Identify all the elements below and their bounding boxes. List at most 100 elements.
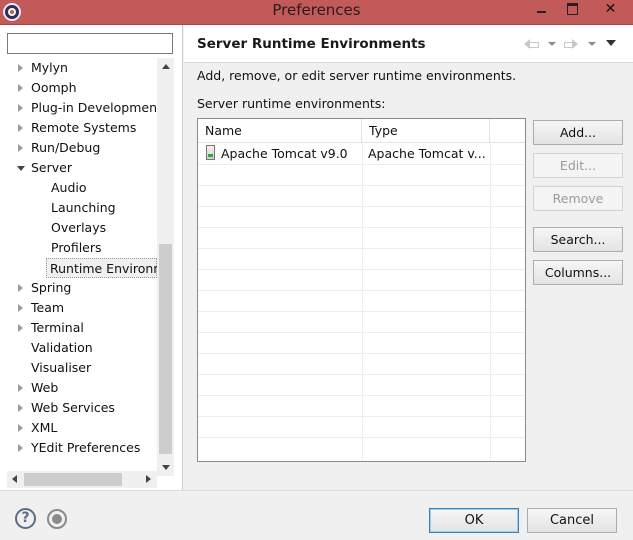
collapsed-arrow-icon[interactable]: [18, 304, 23, 312]
add-button[interactable]: Add...: [533, 120, 623, 145]
tree-item[interactable]: Validation: [0, 338, 157, 358]
page-title: Server Runtime Environments: [197, 36, 426, 52]
collapsed-arrow-icon[interactable]: [18, 384, 23, 392]
tree-item-label: YEdit Preferences: [31, 440, 141, 455]
tree-item[interactable]: Oomph: [0, 78, 157, 98]
runtime-name-cell[interactable]: Apache Tomcat v9.0: [221, 143, 359, 164]
tree-item[interactable]: Launching: [0, 198, 157, 218]
tree-item[interactable]: Audio: [0, 178, 157, 198]
scroll-down-arrow-icon[interactable]: [157, 459, 174, 476]
row-divider: [198, 164, 525, 165]
tree-item-label: Team: [31, 300, 65, 315]
scroll-right-arrow-icon[interactable]: [140, 471, 157, 488]
row-divider: [198, 206, 525, 207]
runtime-environments-table[interactable]: Name Type Apache Tomcat v9.0 Apache Tomc…: [197, 118, 526, 462]
tree-item-label: Overlays: [51, 220, 107, 235]
tree-item-label: Audio: [51, 180, 87, 195]
collapsed-arrow-icon[interactable]: [18, 444, 23, 452]
tree-item-label: Web: [31, 380, 59, 395]
tree-item-label: Profilers: [51, 240, 102, 255]
collapsed-arrow-icon[interactable]: [18, 124, 23, 132]
edit-button[interactable]: Edit...: [533, 153, 623, 178]
collapsed-arrow-icon[interactable]: [18, 424, 23, 432]
column-header-type[interactable]: Type: [362, 119, 490, 143]
collapsed-arrow-icon[interactable]: [18, 324, 23, 332]
tree-horizontal-scrollbar[interactable]: [7, 471, 157, 488]
row-divider: [198, 248, 525, 249]
tree-item-label: Web Services: [31, 400, 115, 415]
horizontal-scroll-thumb[interactable]: [24, 473, 122, 486]
tree-item[interactable]: Profilers: [0, 238, 157, 258]
collapsed-arrow-icon[interactable]: [18, 284, 23, 292]
collapsed-arrow-icon[interactable]: [18, 144, 23, 152]
tree-item-label: Visualiser: [31, 360, 92, 375]
search-button[interactable]: Search...: [533, 227, 623, 252]
tree-item-label: Terminal: [31, 320, 84, 335]
tree-item[interactable]: Mylyn: [0, 58, 157, 78]
tree-item[interactable]: Visualiser: [0, 358, 157, 378]
runtime-list-label: Server runtime environments:: [197, 96, 386, 111]
tree-item-label: Spring: [31, 280, 72, 295]
collapsed-arrow-icon[interactable]: [18, 84, 23, 92]
server-runtime-icon: [206, 145, 215, 160]
column-header-filler: [490, 119, 525, 143]
tree-item-label: Run/Debug: [31, 140, 101, 155]
scroll-up-arrow-icon[interactable]: [157, 58, 174, 75]
back-history-dropdown-icon[interactable]: [548, 42, 556, 46]
vertical-scroll-thumb[interactable]: [159, 244, 172, 454]
close-window-button[interactable]: ✕: [589, 0, 632, 20]
row-divider: [198, 227, 525, 228]
tree-item[interactable]: Web Services: [0, 398, 157, 418]
preference-tree-panel: Mylyn Oomph Plug-in Development Remote Syst…: [0, 25, 183, 490]
row-divider: [198, 353, 525, 354]
expanded-arrow-icon[interactable]: [17, 166, 25, 175]
view-menu-icon[interactable]: [606, 40, 616, 46]
tree-item-label: Runtime Environm: [50, 261, 157, 276]
back-arrow-icon[interactable]: [524, 37, 540, 51]
tree-item-label: Mylyn: [31, 60, 68, 75]
tree-item[interactable]: Web: [0, 378, 157, 398]
tree-item-label: Validation: [31, 340, 93, 355]
ok-button[interactable]: OK: [429, 508, 519, 533]
filter-input[interactable]: [7, 33, 173, 54]
column-header-name[interactable]: Name: [198, 119, 362, 143]
maximize-button[interactable]: [558, 0, 586, 20]
runtime-type-cell[interactable]: Apache Tomcat v...: [368, 143, 486, 164]
row-divider: [198, 374, 525, 375]
collapsed-arrow-icon[interactable]: [18, 104, 23, 112]
help-icon[interactable]: ?: [15, 508, 36, 529]
record-macro-icon[interactable]: [47, 509, 67, 529]
tree-item[interactable]: YEdit Preferences: [0, 438, 157, 458]
tree-item[interactable]: Overlays: [0, 218, 157, 238]
tree-item-label: Launching: [51, 200, 116, 215]
forward-history-dropdown-icon[interactable]: [588, 42, 596, 46]
columns-button[interactable]: Columns...: [533, 260, 623, 285]
tree-item[interactable]: Run/Debug: [0, 138, 157, 158]
collapsed-arrow-icon[interactable]: [18, 64, 23, 72]
remove-button[interactable]: Remove: [533, 186, 623, 211]
collapsed-arrow-icon[interactable]: [18, 404, 23, 412]
row-divider: [198, 332, 525, 333]
tree-item[interactable]: XML: [0, 418, 157, 438]
tree-item[interactable]: Team: [0, 298, 157, 318]
tree-item[interactable]: Spring: [0, 278, 157, 298]
scroll-left-arrow-icon[interactable]: [7, 471, 24, 488]
tree-vertical-scrollbar[interactable]: [157, 58, 174, 476]
tree-item[interactable]: Terminal: [0, 318, 157, 338]
tree-item[interactable]: Server: [0, 158, 157, 178]
tree-item-label: Server: [31, 160, 72, 175]
forward-arrow-icon[interactable]: [564, 37, 580, 51]
tree-item[interactable]: Plug-in Development: [0, 98, 157, 118]
preference-tree: Mylyn Oomph Plug-in Development Remote Syst…: [0, 58, 157, 468]
tree-item-label: Oomph: [31, 80, 77, 95]
tree-item[interactable]: Remote Systems: [0, 118, 157, 138]
column-divider: [490, 143, 491, 461]
column-divider: [362, 143, 363, 461]
title-bar: Preferences ✕: [0, 0, 633, 25]
row-divider: [198, 395, 525, 396]
dialog-button-bar: ? OK Cancel: [0, 490, 633, 540]
tree-item[interactable]: Runtime Environm: [46, 258, 157, 278]
preference-page: Server Runtime Environments Add, remove,…: [184, 25, 633, 490]
cancel-button[interactable]: Cancel: [527, 508, 617, 533]
minimize-button[interactable]: [527, 0, 556, 20]
